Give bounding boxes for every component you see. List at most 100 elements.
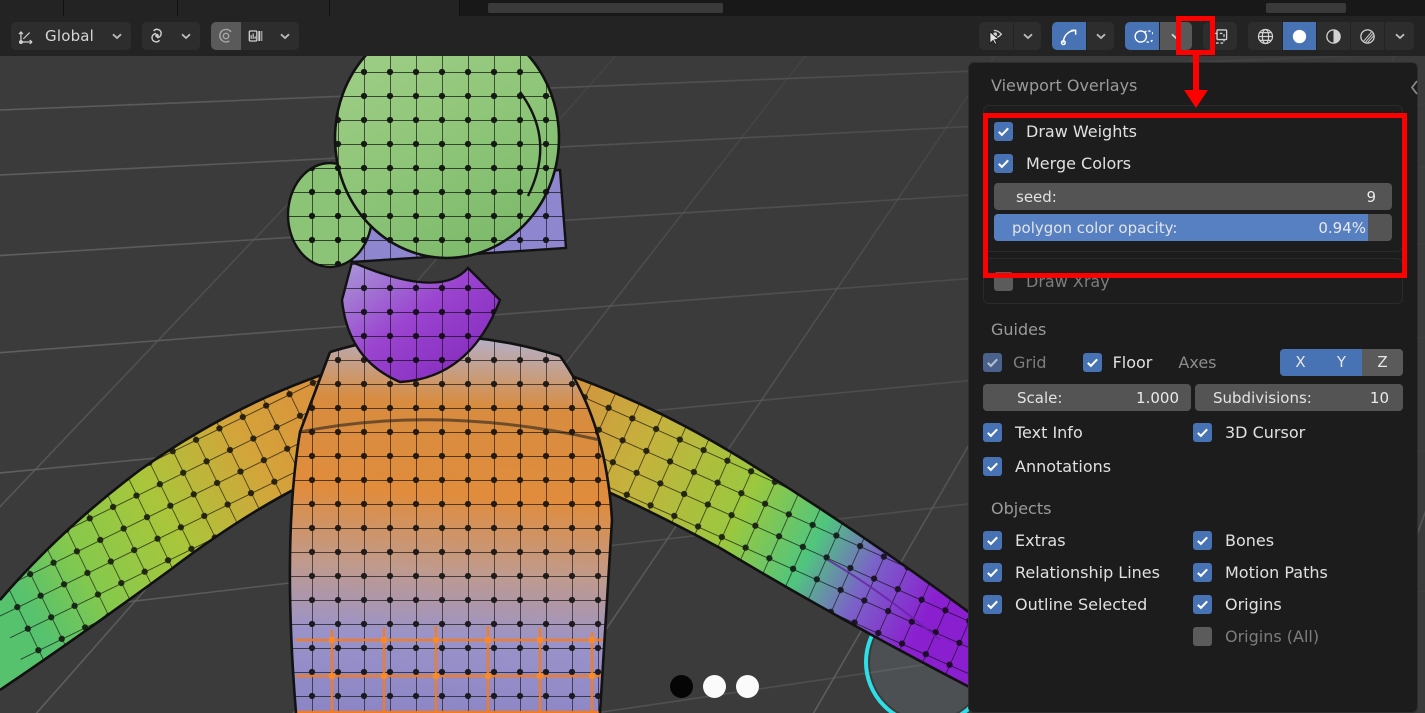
merge-colors-row[interactable]: Merge Colors (994, 147, 1392, 179)
xray-squares-icon[interactable] (1203, 22, 1237, 50)
gizmo-arrow-icon[interactable] (1052, 22, 1086, 50)
subdivisions-label: Subdivisions: (1213, 388, 1312, 407)
axes-label: Axes (1178, 352, 1217, 372)
falloff-curve-icon[interactable] (241, 22, 272, 50)
bones-label: Bones (1225, 530, 1275, 550)
text-info-checkbox[interactable] (983, 422, 1002, 442)
overlays-group[interactable] (1125, 22, 1192, 50)
eye-cursor-icon[interactable] (979, 22, 1013, 50)
wireframe-globe-icon[interactable] (1248, 22, 1282, 50)
axes-toggle-group[interactable]: X Y Z (1280, 348, 1403, 376)
shading-modes-group[interactable] (1248, 22, 1414, 50)
chevron-down-icon[interactable] (1384, 22, 1414, 50)
origins-all-row[interactable]: Origins (All) (1193, 620, 1403, 652)
grid-checkbox[interactable] (983, 352, 1002, 372)
gizmos-group[interactable] (1052, 22, 1114, 50)
transform-orientation-group[interactable]: Global (11, 22, 132, 50)
seed-label: seed: (1016, 187, 1057, 206)
step-dots (670, 675, 759, 698)
origins-row[interactable]: Origins (1193, 588, 1403, 620)
outline-selected-row[interactable]: Outline Selected (983, 588, 1193, 620)
text-info-label: Text Info (1015, 422, 1083, 442)
character-mesh[interactable] (0, 0, 1000, 713)
overlays-dropdown-button[interactable] (1159, 22, 1192, 50)
xray-group[interactable] (1203, 22, 1237, 50)
motion-paths-label: Motion Paths (1225, 562, 1328, 582)
extras-checkbox[interactable] (983, 530, 1002, 550)
snap-group[interactable] (142, 22, 201, 50)
chevron-down-icon[interactable] (271, 22, 300, 50)
floor-checkbox[interactable] (1082, 352, 1102, 372)
transform-orientation-value: Global (45, 27, 95, 45)
grid-subdivisions-field[interactable]: Subdivisions: 10 (1195, 384, 1403, 411)
annotations-row[interactable]: Annotations (983, 449, 1193, 483)
3d-cursor-checkbox[interactable] (1193, 422, 1212, 442)
motion-paths-checkbox[interactable] (1193, 562, 1212, 582)
axis-y-button[interactable]: Y (1321, 348, 1362, 376)
chevron-down-icon[interactable] (1013, 22, 1041, 50)
polygon-color-opacity-value: 0.94% (1318, 218, 1366, 237)
axis-z-button[interactable]: Z (1362, 348, 1403, 376)
chevron-down-icon[interactable] (103, 22, 132, 50)
polygon-color-opacity-slider[interactable]: polygon color opacity: 0.94% (994, 214, 1392, 241)
proportional-editing-group[interactable] (211, 22, 300, 50)
motion-paths-row[interactable]: Motion Paths (1193, 556, 1403, 588)
draw-weights-row[interactable]: Draw Weights (994, 115, 1392, 147)
polygon-color-opacity-label: polygon color opacity: (1012, 218, 1178, 237)
rendered-sphere-icon[interactable] (1350, 22, 1384, 50)
xray-overlay-section[interactable]: Draw Xray (983, 258, 1403, 304)
bones-checkbox[interactable] (1193, 530, 1212, 550)
viewport-overlays-popover[interactable]: Viewport Overlays Draw Weights Merge Col… (968, 62, 1418, 713)
guides-heading: Guides (991, 320, 1047, 339)
draw-xray-checkbox[interactable] (994, 271, 1013, 291)
text-info-row[interactable]: Text Info (983, 415, 1193, 449)
window-top-strip (0, 0, 1425, 16)
step-dot-1 (670, 675, 693, 698)
torso (288, 334, 614, 713)
grid-params-row[interactable]: Scale: 1.000 Subdivisions: 10 (983, 384, 1403, 411)
chevron-down-icon[interactable] (172, 22, 201, 50)
transform-orientation-icon (11, 22, 41, 50)
merge-colors-checkbox[interactable] (994, 153, 1013, 173)
annotations-checkbox[interactable] (983, 456, 1002, 476)
axis-x-button[interactable]: X (1280, 348, 1321, 376)
scale-value: 1.000 (1136, 388, 1179, 407)
chevron-down-icon[interactable] (1086, 22, 1114, 50)
step-dot-2 (703, 675, 726, 698)
extras-label: Extras (1015, 530, 1066, 550)
material-sphere-icon[interactable] (1316, 22, 1350, 50)
seed-value: 9 (1366, 187, 1376, 206)
solid-sphere-icon[interactable] (1282, 22, 1316, 50)
origins-label: Origins (1225, 594, 1282, 614)
popover-title: Viewport Overlays (991, 76, 1138, 95)
3d-cursor-row[interactable]: 3D Cursor (1193, 415, 1403, 449)
grid-label: Grid (1013, 352, 1047, 372)
snap-magnet-icon[interactable] (142, 22, 173, 50)
relationship-lines-checkbox[interactable] (983, 562, 1002, 582)
step-dot-3 (736, 675, 759, 698)
guides-section: Guides Grid Floor Axes X Y Z Scale: 1.00… (969, 304, 1417, 483)
grid-scale-field[interactable]: Scale: 1.000 (983, 384, 1191, 411)
outline-selected-checkbox[interactable] (983, 594, 1002, 614)
origins-all-checkbox[interactable] (1193, 626, 1212, 646)
subdivisions-value: 10 (1369, 388, 1389, 407)
relationship-lines-row[interactable]: Relationship Lines (983, 556, 1193, 588)
annotations-label: Annotations (1015, 456, 1112, 476)
scale-label: Scale: (1017, 388, 1063, 407)
chevron-left-icon[interactable] (1408, 78, 1421, 102)
origins-checkbox[interactable] (1193, 594, 1212, 614)
extras-row[interactable]: Extras (983, 524, 1193, 556)
overlays-two-circles-icon[interactable] (1125, 22, 1159, 50)
object-visibility-group[interactable] (979, 22, 1041, 50)
seed-number-field[interactable]: seed: 9 (994, 183, 1392, 210)
bones-row[interactable]: Bones (1193, 524, 1403, 556)
proportional-editing-icon[interactable] (211, 22, 242, 50)
weights-overlay-section[interactable]: Draw Weights Merge Colors seed: 9 polygo… (983, 105, 1403, 252)
viewport-header-toolbar[interactable]: Global (0, 16, 1425, 56)
guides-toggles-row[interactable]: Grid Floor Axes X Y Z (983, 345, 1403, 379)
floor-label: Floor (1112, 352, 1153, 372)
relationship-lines-label: Relationship Lines (1015, 562, 1160, 582)
draw-xray-row[interactable]: Draw Xray (994, 265, 1392, 297)
draw-weights-checkbox[interactable] (994, 121, 1013, 141)
objects-section: Objects Extras Bones Relationship Lines … (969, 483, 1417, 652)
